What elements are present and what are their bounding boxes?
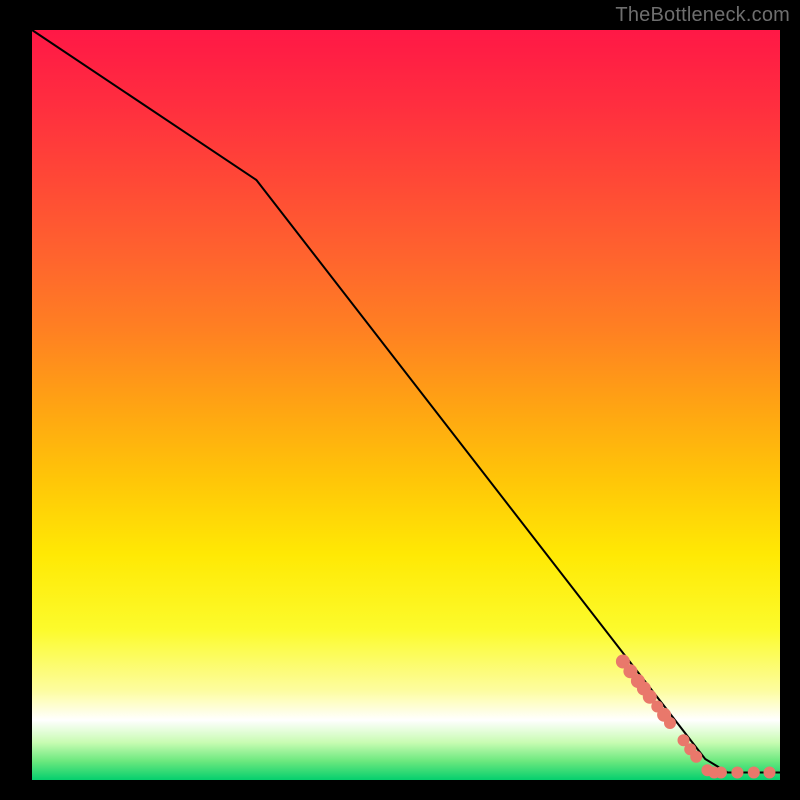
chart-svg (0, 0, 800, 800)
plot-background (32, 30, 780, 780)
chart-stage: TheBottleneck.com (0, 0, 800, 800)
data-marker (664, 717, 676, 729)
data-marker (690, 751, 702, 763)
data-marker (764, 767, 776, 779)
data-marker (731, 767, 743, 779)
data-marker (715, 767, 727, 779)
attribution-label: TheBottleneck.com (615, 4, 790, 27)
data-marker (748, 767, 760, 779)
